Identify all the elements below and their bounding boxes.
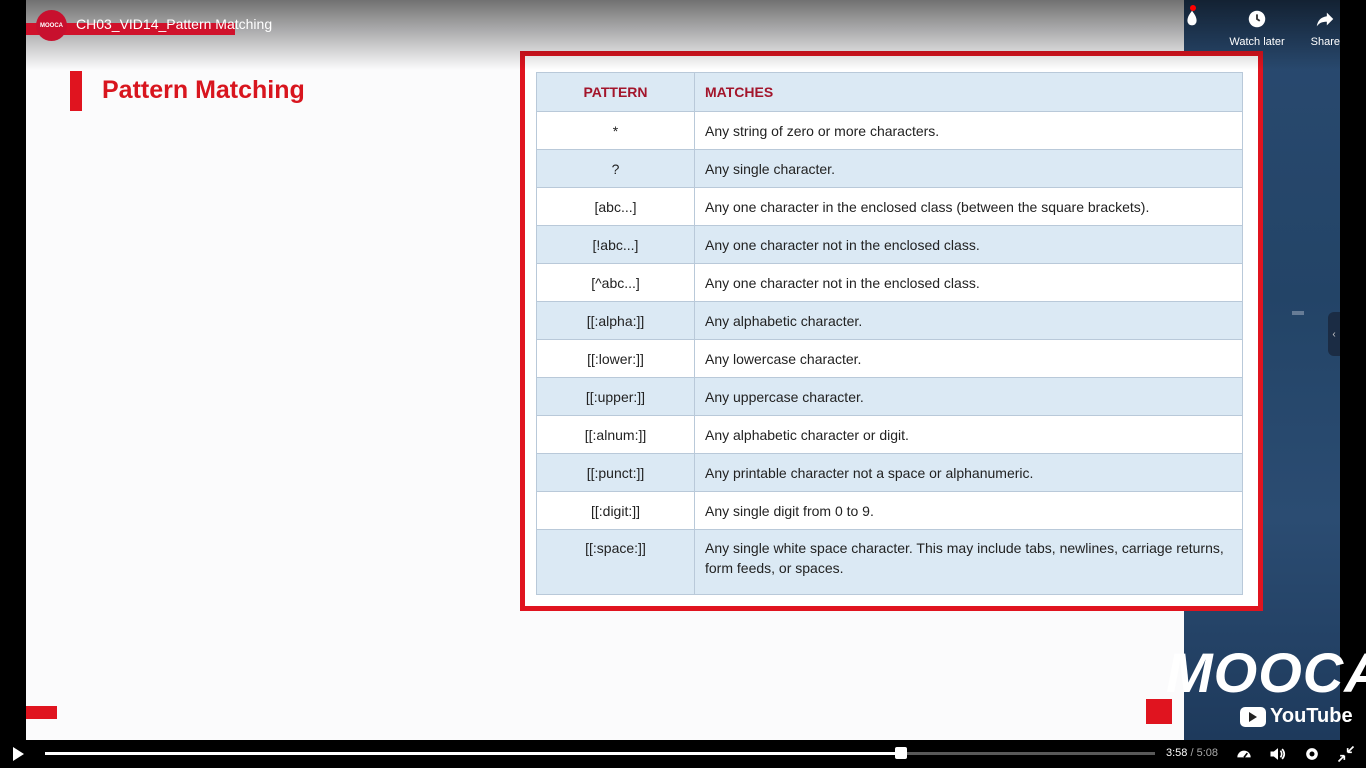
mooca-logo: MOOCA bbox=[1166, 641, 1366, 704]
notification-dot bbox=[1190, 5, 1196, 11]
watch-later-label: Watch later bbox=[1229, 36, 1285, 48]
time-total: 5:08 bbox=[1196, 747, 1219, 759]
share-button[interactable]: Share bbox=[1311, 8, 1340, 48]
match-cell: Any single digit from 0 to 9. bbox=[694, 491, 1243, 530]
table-row: [[:upper:]] Any uppercase character. bbox=[536, 377, 1243, 416]
video-player[interactable]: Pattern Matching PATTERN MATCHES * Any st… bbox=[0, 0, 1366, 740]
match-cell: Any printable character not a space or a… bbox=[694, 453, 1243, 492]
match-cell: Any one character in the enclosed class … bbox=[694, 187, 1243, 226]
control-icons bbox=[1234, 744, 1356, 764]
table-row: [!abc...] Any one character not in the en… bbox=[536, 225, 1243, 264]
match-cell: Any one character not in the enclosed cl… bbox=[694, 263, 1243, 302]
pattern-cell: [[:alnum:]] bbox=[536, 415, 695, 454]
pattern-cell: [[:lower:]] bbox=[536, 339, 695, 378]
match-cell: Any single character. bbox=[694, 149, 1243, 188]
share-icon bbox=[1317, 12, 1334, 27]
video-title[interactable]: CH03_VID14_Pattern Matching bbox=[76, 16, 272, 32]
pattern-cell: [[:space:]] bbox=[536, 529, 695, 595]
table-row: [[:punct:]] Any printable character not a… bbox=[536, 453, 1243, 492]
table-row: [[:digit:]] Any single digit from 0 to 9. bbox=[536, 491, 1243, 530]
clock-icon bbox=[1248, 10, 1266, 28]
exit-fullscreen-icon[interactable] bbox=[1336, 744, 1356, 764]
match-cell: Any one character not in the enclosed cl… bbox=[694, 225, 1243, 264]
table-row: [^abc...] Any one character not in the en… bbox=[536, 263, 1243, 302]
channel-avatar[interactable]: MOOCA bbox=[36, 10, 67, 41]
pattern-cell: [^abc...] bbox=[536, 263, 695, 302]
header-pattern: PATTERN bbox=[536, 72, 695, 112]
notification-button[interactable] bbox=[1181, 8, 1203, 48]
table-row: [[:alnum:]] Any alphabetic character or d… bbox=[536, 415, 1243, 454]
match-cell: Any single white space character. This m… bbox=[694, 529, 1243, 595]
progress-scrubber[interactable] bbox=[894, 747, 907, 759]
match-cell: Any lowercase character. bbox=[694, 339, 1243, 378]
pattern-cell: [abc...] bbox=[536, 187, 695, 226]
player-controls: 3:58 / 5:08 bbox=[0, 740, 1366, 768]
title-accent-bar bbox=[70, 71, 82, 111]
youtube-label: YouTube bbox=[1270, 705, 1353, 727]
time-separator: / bbox=[1187, 747, 1197, 759]
pattern-cell: [!abc...] bbox=[536, 225, 695, 264]
match-cell: Any uppercase character. bbox=[694, 377, 1243, 416]
match-cell: Any alphabetic character. bbox=[694, 301, 1243, 340]
settings-icon[interactable] bbox=[1302, 744, 1322, 764]
table-row: [abc...] Any one character in the enclose… bbox=[536, 187, 1243, 226]
match-cell: Any alphabetic character or digit. bbox=[694, 415, 1243, 454]
pattern-cell: * bbox=[536, 111, 695, 150]
table-row: [[:space:]] Any single white space charac… bbox=[536, 529, 1243, 595]
top-overlay bbox=[0, 0, 1366, 70]
pattern-table: PATTERN MATCHES * Any string of zero or m… bbox=[536, 72, 1243, 595]
youtube-play-icon bbox=[1240, 706, 1266, 727]
play-icon[interactable] bbox=[10, 746, 26, 762]
watch-later-button[interactable]: Watch later bbox=[1229, 8, 1285, 48]
volume-icon[interactable] bbox=[1268, 744, 1288, 764]
table-row: [[:lower:]] Any lowercase character. bbox=[536, 339, 1243, 378]
notification-icon bbox=[1187, 10, 1197, 26]
progress-bar[interactable] bbox=[45, 747, 1155, 759]
pattern-cell: [[:upper:]] bbox=[536, 377, 695, 416]
time-display: 3:58 / 5:08 bbox=[1166, 747, 1218, 759]
decor-red-bar bbox=[26, 706, 57, 719]
youtube-watermark[interactable]: YouTube bbox=[1240, 705, 1353, 728]
table-row: * Any string of zero or more characters. bbox=[536, 111, 1243, 150]
pattern-cell: ? bbox=[536, 149, 695, 188]
video-actions: Watch later Share bbox=[1181, 8, 1340, 48]
slide-title: Pattern Matching bbox=[102, 76, 305, 104]
speed-icon[interactable] bbox=[1234, 744, 1254, 764]
pattern-cell: [[:alpha:]] bbox=[536, 301, 695, 340]
time-current: 3:58 bbox=[1166, 747, 1188, 759]
header-matches: MATCHES bbox=[694, 72, 1243, 112]
table-row: [[:alpha:]] Any alphabetic character. bbox=[536, 301, 1243, 340]
progress-played bbox=[45, 752, 901, 755]
pattern-cell: [[:punct:]] bbox=[536, 453, 695, 492]
share-label: Share bbox=[1310, 36, 1340, 48]
chevron-left-icon[interactable]: ‹ bbox=[1328, 312, 1340, 356]
pattern-cell: [[:digit:]] bbox=[536, 491, 695, 530]
table-row: ? Any single character. bbox=[536, 149, 1243, 188]
match-cell: Any string of zero or more characters. bbox=[694, 111, 1243, 150]
